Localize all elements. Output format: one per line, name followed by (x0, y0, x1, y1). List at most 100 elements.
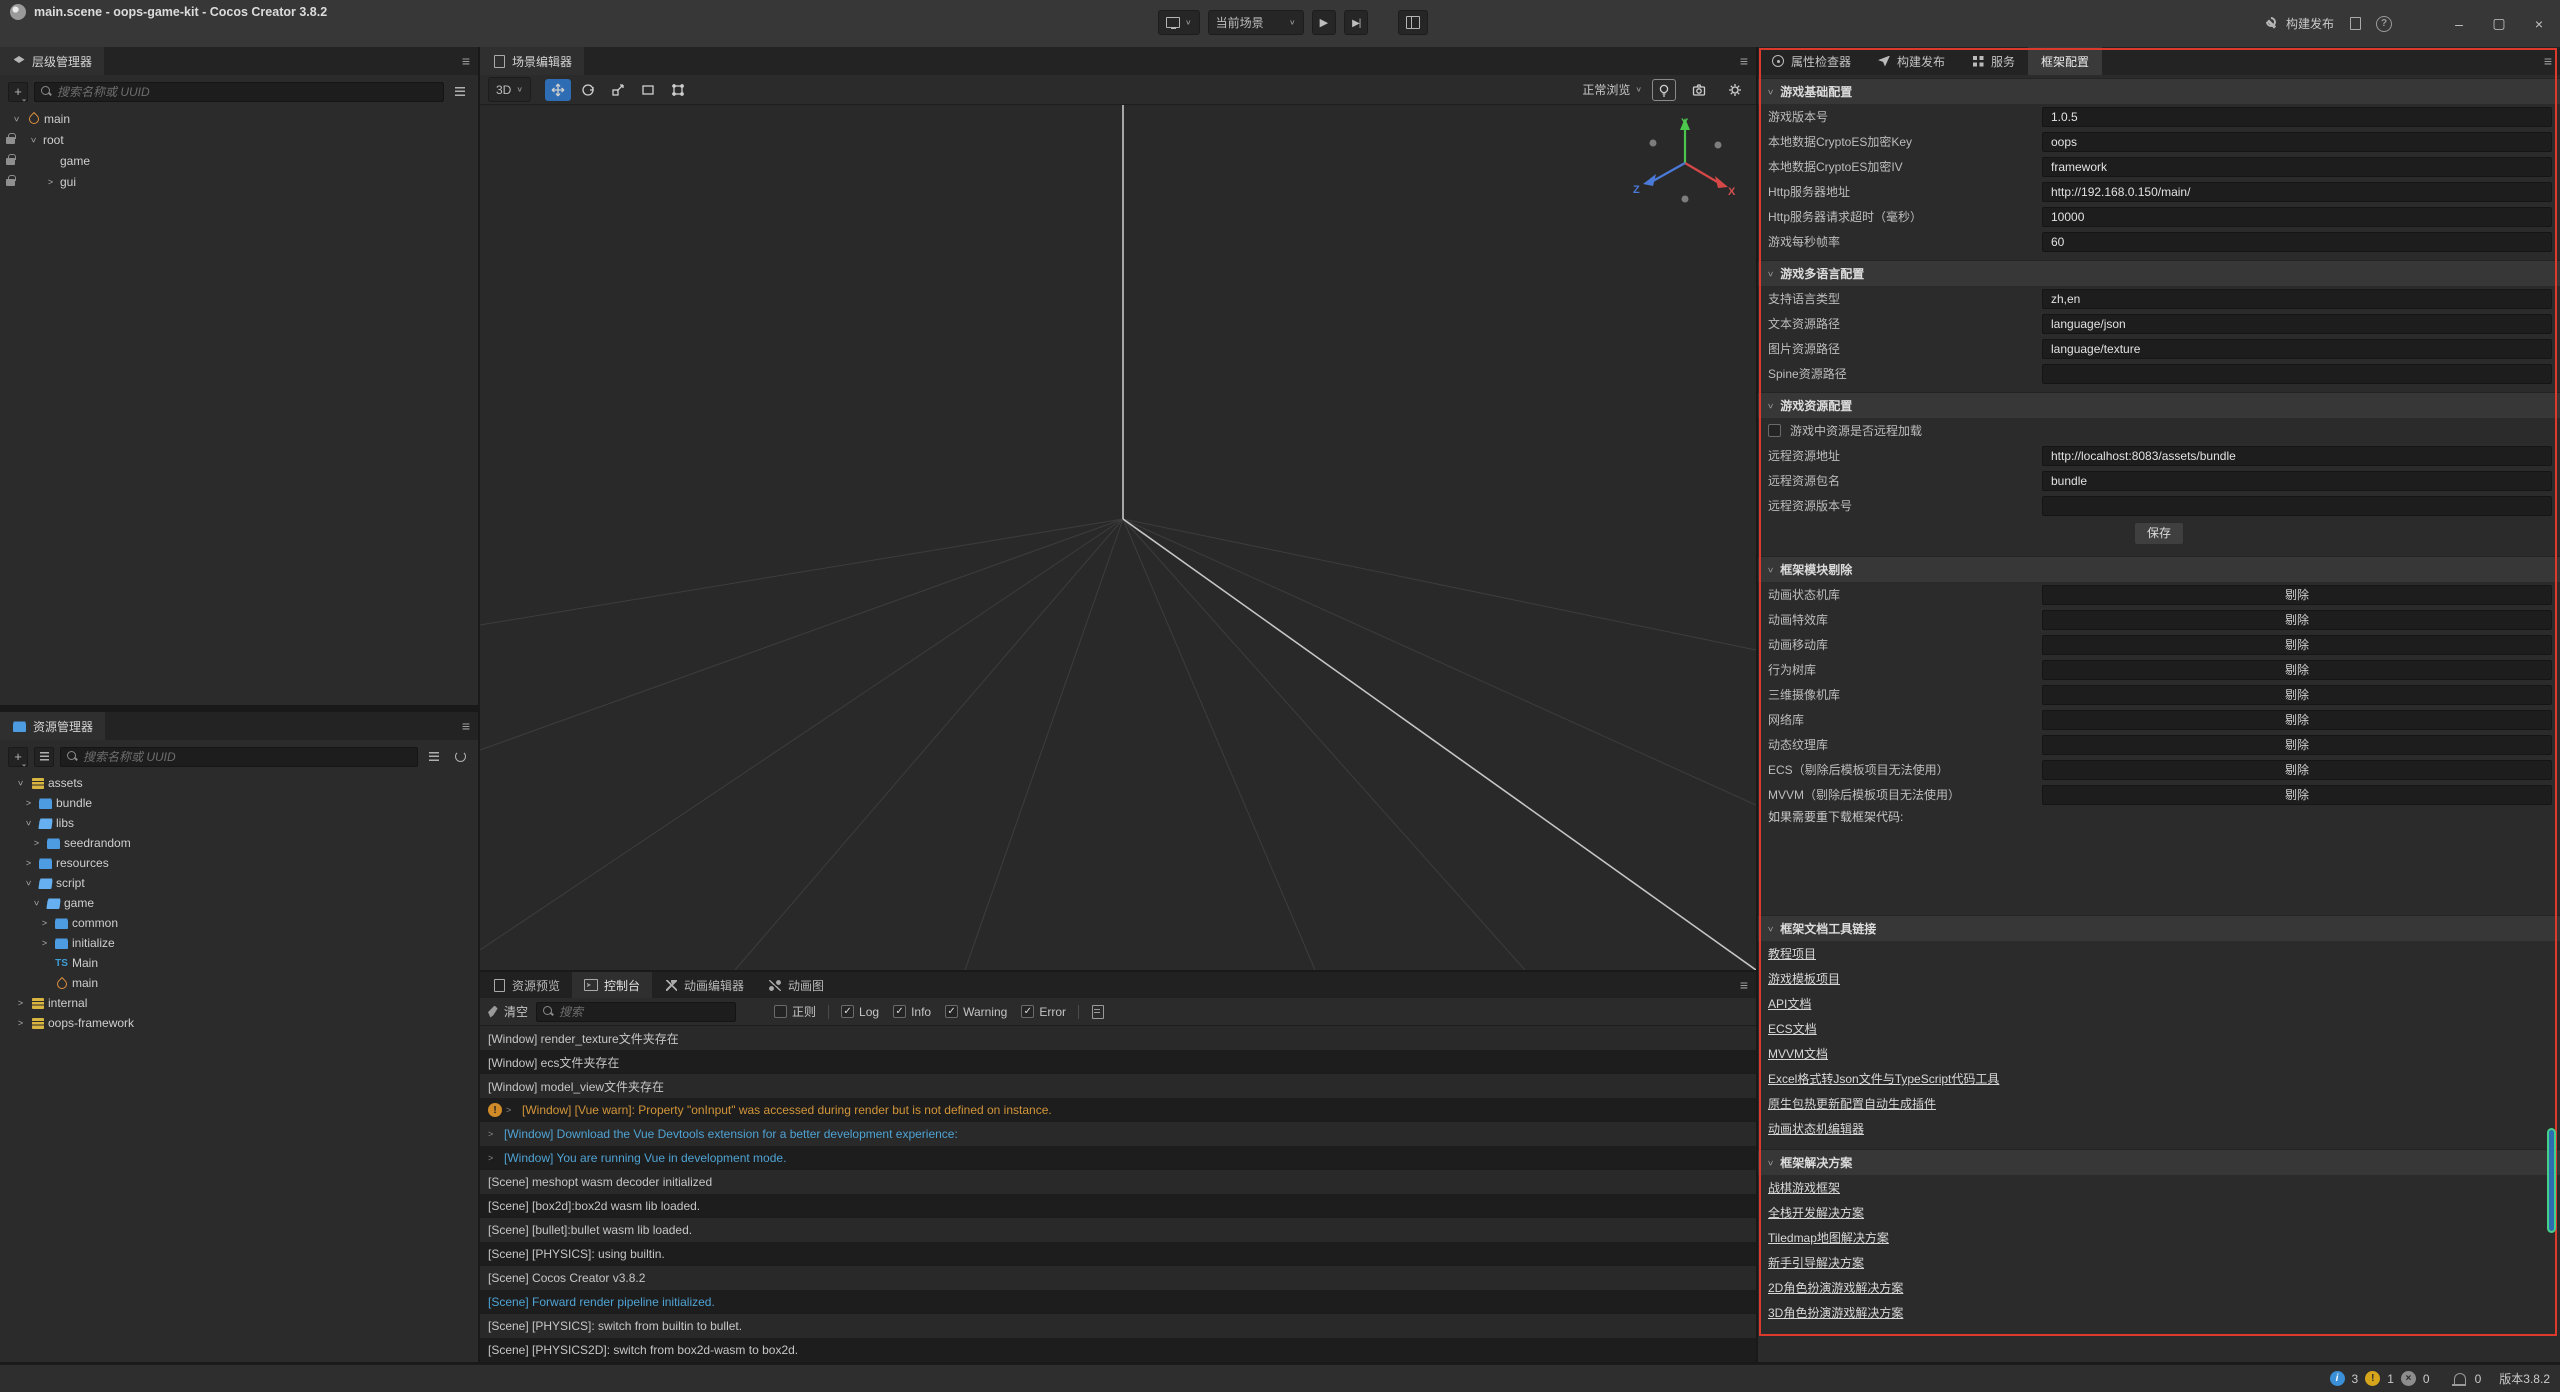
remove-module-button[interactable]: 剔除 (2042, 785, 2552, 805)
field-input[interactable]: 10000 (2042, 207, 2552, 227)
menu-item[interactable] (186, 24, 212, 47)
expand-arrow-icon[interactable] (22, 798, 35, 808)
log-row[interactable]: [Scene] [PHYSICS]: using builtin. (480, 1242, 1756, 1266)
save-button[interactable]: 保存 (2134, 522, 2184, 545)
preview-platform-button[interactable] (1158, 10, 1200, 35)
doc-link[interactable]: ECS文档 (1768, 1020, 1817, 1037)
remove-module-button[interactable]: 剔除 (2042, 610, 2552, 630)
expand-arrow-icon[interactable] (14, 778, 27, 788)
inspector-tab[interactable]: 框架配置 (2028, 47, 2102, 75)
remove-module-button[interactable]: 剔除 (2042, 685, 2552, 705)
expand-arrow-icon[interactable] (488, 1129, 500, 1139)
rotate-tool-button[interactable] (575, 79, 601, 101)
step-button[interactable] (1344, 10, 1368, 35)
info-count-icon[interactable] (2330, 1371, 2345, 1386)
create-node-button[interactable]: + (8, 82, 28, 102)
scale-tool-button[interactable] (605, 79, 631, 101)
log-row[interactable]: [Scene] [PHYSICS2D]: switch from box2d-w… (480, 1338, 1756, 1362)
log-row[interactable]: [Window] model_view文件夹存在 (480, 1074, 1756, 1098)
doc-link[interactable]: 战棋游戏框架 (1768, 1179, 1840, 1196)
field-input[interactable]: framework (2042, 157, 2552, 177)
asset-sort-button[interactable] (34, 747, 54, 767)
asset-tree-item[interactable]: internal (0, 993, 478, 1013)
console-tab[interactable]: 控制台 (572, 972, 652, 998)
remove-module-button[interactable]: 剔除 (2042, 710, 2552, 730)
asset-tree-item[interactable]: Main (0, 953, 478, 973)
asset-tree-item[interactable]: common (0, 913, 478, 933)
menu-item[interactable] (82, 24, 108, 47)
help-icon[interactable] (2376, 16, 2392, 32)
view-mode-dropdown[interactable]: 正常浏览 (1582, 81, 1642, 98)
doc-link[interactable]: 新手引导解决方案 (1768, 1254, 1864, 1271)
menu-item[interactable] (56, 24, 82, 47)
scrollbar-thumb[interactable] (2547, 1128, 2556, 1233)
log-filter-checkbox[interactable]: Warning (945, 1005, 1007, 1019)
expand-arrow-icon[interactable] (10, 114, 23, 124)
asset-filter-icon[interactable] (424, 747, 444, 767)
field-input[interactable]: 1.0.5 (2042, 107, 2552, 127)
inspector-menu-icon[interactable] (2544, 47, 2552, 75)
hierarchy-tree-item[interactable]: game (0, 150, 478, 171)
lighting-toggle-button[interactable] (1652, 79, 1676, 101)
hierarchy-tree-item[interactable]: gui (0, 171, 478, 192)
console-menu-icon[interactable] (1740, 972, 1748, 998)
menu-item[interactable] (160, 24, 186, 47)
doc-link[interactable]: 教程项目 (1768, 945, 1816, 962)
hierarchy-menu-icon[interactable] (462, 47, 470, 75)
log-row[interactable]: [Scene] [bullet]:bullet wasm lib loaded. (480, 1218, 1756, 1242)
projection-3d-button[interactable]: 3D (488, 77, 531, 102)
doc-link[interactable]: Excel格式转Json文件与TypeScript代码工具 (1768, 1070, 1999, 1087)
expand-arrow-icon[interactable] (22, 878, 35, 888)
log-row[interactable]: [Scene] meshopt wasm decoder initialized (480, 1170, 1756, 1194)
menu-item[interactable] (134, 24, 160, 47)
warning-count-icon[interactable] (2365, 1371, 2380, 1386)
expand-arrow-icon[interactable] (38, 918, 51, 928)
inspector-tab[interactable]: 服务 (1958, 47, 2028, 75)
log-filter-checkbox[interactable]: Info (893, 1005, 931, 1019)
asset-tree-item[interactable]: libs (0, 813, 478, 833)
section-language-config[interactable]: 游戏多语言配置 (1758, 260, 2560, 286)
scene-menu-icon[interactable] (1740, 47, 1748, 75)
expand-arrow-icon[interactable] (30, 898, 43, 908)
expand-arrow-icon[interactable] (27, 135, 40, 145)
section-resource-config[interactable]: 游戏资源配置 (1758, 392, 2560, 418)
doc-link[interactable]: 3D角色扮演游戏解决方案 (1768, 1304, 1903, 1321)
asset-tree-item[interactable]: bundle (0, 793, 478, 813)
doc-link[interactable]: Tiledmap地图解决方案 (1768, 1229, 1889, 1246)
inspector-tab[interactable]: 属性检查器 (1758, 47, 1864, 75)
scene-select-dropdown[interactable]: 当前场景 (1208, 10, 1304, 35)
field-input[interactable]: http://192.168.0.150/main/ (2042, 182, 2552, 202)
log-filter-checkbox[interactable]: Log (841, 1005, 879, 1019)
maximize-button[interactable]: ▢ (2486, 11, 2512, 37)
expand-arrow-icon[interactable] (14, 1018, 27, 1028)
field-input[interactable]: oops (2042, 132, 2552, 152)
field-input[interactable]: bundle (2042, 471, 2552, 491)
remove-module-button[interactable]: 剔除 (2042, 735, 2552, 755)
asset-tree-item[interactable]: oops-framework (0, 1013, 478, 1033)
project-folder-icon[interactable] (2348, 17, 2362, 31)
log-row[interactable]: [Window] [Vue warn]: Property "onInput" … (480, 1098, 1756, 1122)
log-row[interactable]: [Scene] Cocos Creator v3.8.2 (480, 1266, 1756, 1290)
menu-item[interactable] (30, 24, 56, 47)
log-file-icon[interactable] (1091, 1005, 1105, 1019)
log-filter-checkbox[interactable]: Error (1021, 1005, 1066, 1019)
expand-arrow-icon[interactable] (38, 938, 51, 948)
assets-tab[interactable]: 资源管理器 (0, 712, 105, 740)
expand-arrow-icon[interactable] (22, 858, 35, 868)
field-input[interactable]: language/json (2042, 314, 2552, 334)
section-basic-config[interactable]: 游戏基础配置 (1758, 78, 2560, 104)
axis-gizmo[interactable]: Y X Z (1625, 113, 1745, 233)
expand-arrow-icon[interactable] (488, 1153, 500, 1163)
asset-tree-item[interactable]: seedrandom (0, 833, 478, 853)
doc-link[interactable]: 游戏模板项目 (1768, 970, 1840, 987)
menu-item[interactable] (4, 24, 30, 47)
asset-tree-item[interactable]: initialize (0, 933, 478, 953)
asset-tree-item[interactable]: main (0, 973, 478, 993)
field-input[interactable]: 60 (2042, 232, 2552, 252)
scene-editor-tab[interactable]: 场景编辑器 (480, 47, 584, 75)
asset-tree-item[interactable]: resources (0, 853, 478, 873)
log-row[interactable]: [Window] ecs文件夹存在 (480, 1050, 1756, 1074)
doc-link[interactable]: MVVM文档 (1768, 1045, 1828, 1062)
scene-viewport[interactable]: Y X Z (480, 105, 1756, 970)
ui-transform-tool-button[interactable] (665, 79, 691, 101)
